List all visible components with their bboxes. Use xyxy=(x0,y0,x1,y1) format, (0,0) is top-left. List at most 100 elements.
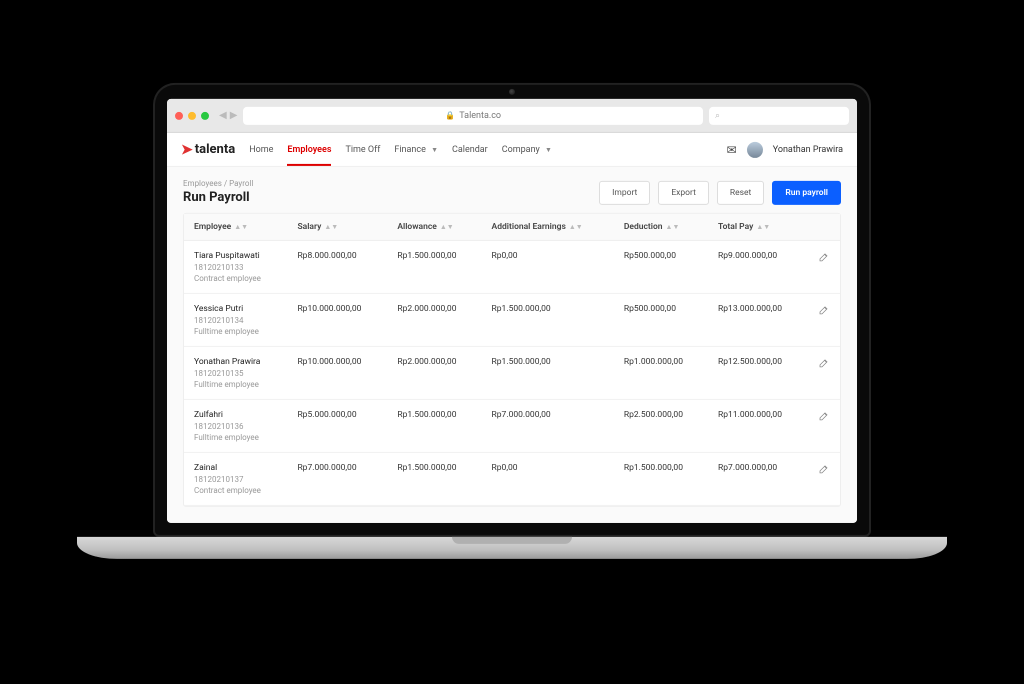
cell-additional: Rp1.500.000,00 xyxy=(482,293,614,346)
nav-company-label: Company xyxy=(502,144,540,154)
cell-salary: Rp7.000.000,00 xyxy=(287,452,387,505)
nav-calendar[interactable]: Calendar xyxy=(452,134,488,164)
employee-type: Fulltime employee xyxy=(194,327,277,336)
sort-icon: ▲▼ xyxy=(234,225,248,229)
lock-icon: 🔒 xyxy=(445,111,455,120)
cell-additional: Rp1.500.000,00 xyxy=(482,346,614,399)
browser-chrome: ◀ ▶ 🔒 Talenta.co ⌕ xyxy=(167,99,857,133)
maximize-window-icon[interactable] xyxy=(201,111,209,119)
table-row: Zulfahri 18120210136 Fulltime employee Rp5.… xyxy=(184,399,840,452)
sort-icon: ▲▼ xyxy=(666,225,680,229)
cell-salary: Rp8.000.000,00 xyxy=(287,240,387,293)
sort-icon: ▲▼ xyxy=(440,225,454,229)
col-deduction[interactable]: Deduction▲▼ xyxy=(614,214,708,241)
edit-icon[interactable] xyxy=(818,463,830,475)
sort-icon: ▲▼ xyxy=(324,225,338,229)
edit-icon[interactable] xyxy=(818,304,830,316)
brand-name: talenta xyxy=(195,142,235,157)
sort-icon: ▲▼ xyxy=(569,225,583,229)
cell-total: Rp13.000.000,00 xyxy=(708,293,808,346)
nav-timeoff[interactable]: Time Off xyxy=(345,134,380,164)
employee-id: 18120210136 xyxy=(194,422,277,431)
address-bar[interactable]: 🔒 Talenta.co xyxy=(243,106,703,124)
payroll-table: Employee▲▼ Salary▲▼ Allowance▲▼ Addition… xyxy=(184,214,840,506)
cell-deduction: Rp1.500.000,00 xyxy=(614,452,708,505)
table-row: Zainal 18120210137 Contract employee Rp7.00… xyxy=(184,452,840,505)
cell-deduction: Rp500.000,00 xyxy=(614,293,708,346)
cell-additional: Rp0,00 xyxy=(482,452,614,505)
table-row: Yonathan Prawira 18120210135 Fulltime empl… xyxy=(184,346,840,399)
cell-deduction: Rp500.000,00 xyxy=(614,240,708,293)
col-additional[interactable]: Additional Earnings▲▼ xyxy=(482,214,614,241)
employee-type: Fulltime employee xyxy=(194,380,277,389)
breadcrumb: Employees / Payroll xyxy=(183,179,253,188)
page-title: Run Payroll xyxy=(183,190,253,205)
current-user-name[interactable]: Yonathan Prawira xyxy=(773,144,843,154)
cell-allowance: Rp1.500.000,00 xyxy=(387,399,481,452)
cell-allowance: Rp2.000.000,00 xyxy=(387,346,481,399)
cell-allowance: Rp1.500.000,00 xyxy=(387,240,481,293)
employee-id: 18120210135 xyxy=(194,369,277,378)
cell-deduction: Rp1.000.000,00 xyxy=(614,346,708,399)
col-total[interactable]: Total Pay▲▼ xyxy=(708,214,808,241)
cell-total: Rp9.000.000,00 xyxy=(708,240,808,293)
cell-total: Rp11.000.000,00 xyxy=(708,399,808,452)
cell-total: Rp12.500.000,00 xyxy=(708,346,808,399)
edit-icon[interactable] xyxy=(818,251,830,263)
employee-name: Yessica Putri xyxy=(194,304,277,314)
employee-id: 18120210137 xyxy=(194,475,277,484)
nav-company[interactable]: Company ▼ xyxy=(502,134,552,164)
nav-home[interactable]: Home xyxy=(249,134,273,164)
employee-id: 18120210133 xyxy=(194,263,277,272)
cell-salary: Rp10.000.000,00 xyxy=(287,293,387,346)
laptop-camera xyxy=(509,89,515,95)
edit-icon[interactable] xyxy=(818,357,830,369)
close-window-icon[interactable] xyxy=(175,111,183,119)
reset-button[interactable]: Reset xyxy=(717,181,764,205)
employee-type: Contract employee xyxy=(194,274,277,283)
employee-type: Fulltime employee xyxy=(194,433,277,442)
nav-finance-label: Finance xyxy=(394,144,425,154)
table-row: Tiara Puspitawati 18120210133 Contract emp… xyxy=(184,240,840,293)
col-employee[interactable]: Employee▲▼ xyxy=(184,214,287,241)
cell-allowance: Rp1.500.000,00 xyxy=(387,452,481,505)
employee-name: Yonathan Prawira xyxy=(194,357,277,367)
table-row: Yessica Putri 18120210134 Fulltime employe… xyxy=(184,293,840,346)
back-button[interactable]: ◀ xyxy=(219,110,227,121)
cell-total: Rp7.000.000,00 xyxy=(708,452,808,505)
col-allowance[interactable]: Allowance▲▼ xyxy=(387,214,481,241)
cell-additional: Rp7.000.000,00 xyxy=(482,399,614,452)
import-button[interactable]: Import xyxy=(599,181,650,205)
mail-icon[interactable]: ✉ xyxy=(727,142,737,156)
nav-employees[interactable]: Employees xyxy=(287,134,331,164)
sort-icon: ▲▼ xyxy=(756,225,770,229)
cell-allowance: Rp2.000.000,00 xyxy=(387,293,481,346)
brand-logo[interactable]: ➤ talenta xyxy=(181,141,235,157)
employee-name: Tiara Puspitawati xyxy=(194,251,277,261)
search-icon: ⌕ xyxy=(715,110,720,120)
employee-type: Contract employee xyxy=(194,486,277,495)
nav-finance[interactable]: Finance ▼ xyxy=(394,134,438,164)
col-salary[interactable]: Salary▲▼ xyxy=(287,214,387,241)
cell-salary: Rp10.000.000,00 xyxy=(287,346,387,399)
cell-additional: Rp0,00 xyxy=(482,240,614,293)
employee-name: Zulfahri xyxy=(194,410,277,420)
cell-deduction: Rp2.500.000,00 xyxy=(614,399,708,452)
cell-salary: Rp5.000.000,00 xyxy=(287,399,387,452)
window-controls[interactable] xyxy=(175,111,209,119)
export-button[interactable]: Export xyxy=(658,181,709,205)
edit-icon[interactable] xyxy=(818,410,830,422)
minimize-window-icon[interactable] xyxy=(188,111,196,119)
chevron-down-icon: ▼ xyxy=(545,145,552,153)
chevron-down-icon: ▼ xyxy=(431,145,438,153)
forward-button[interactable]: ▶ xyxy=(230,110,238,121)
employee-id: 18120210134 xyxy=(194,316,277,325)
payroll-table-card: Employee▲▼ Salary▲▼ Allowance▲▼ Addition… xyxy=(183,213,841,507)
run-payroll-button[interactable]: Run payroll xyxy=(772,181,841,205)
browser-search[interactable]: ⌕ xyxy=(709,106,849,124)
url-text: Talenta.co xyxy=(459,110,501,120)
avatar[interactable] xyxy=(747,141,763,157)
employee-name: Zainal xyxy=(194,463,277,473)
brand-accent-icon: ➤ xyxy=(181,141,193,157)
app-topbar: ➤ talenta Home Employees Time Off Financ… xyxy=(167,133,857,167)
